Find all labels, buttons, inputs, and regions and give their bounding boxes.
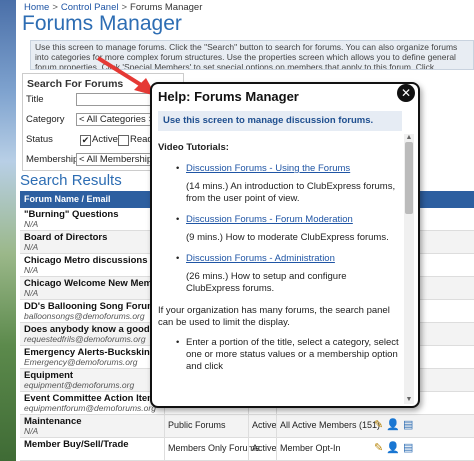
video-item: • Discussion Forums - Administration (26 m… bbox=[158, 253, 402, 295]
video-description: (26 mins.) How to setup and configure Cl… bbox=[186, 271, 347, 294]
help-body: Video Tutorials: • Discussion Forums - Us… bbox=[158, 142, 402, 382]
scroll-down-icon[interactable]: ▼ bbox=[404, 396, 414, 404]
video-description: (14 mins.) An introduction to ClubExpres… bbox=[186, 181, 396, 204]
help-bullet-text: Enter a portion of the title, select a c… bbox=[186, 337, 399, 372]
bullet-dot: • bbox=[176, 337, 180, 348]
video-link[interactable]: Discussion Forums - Using the Forums bbox=[186, 163, 402, 175]
help-scrollbar[interactable]: ▲ ▼ bbox=[404, 134, 414, 404]
video-link[interactable]: Discussion Forums - Administration bbox=[186, 253, 402, 265]
help-dialog-title: Help: Forums Manager bbox=[158, 89, 299, 104]
video-tutorials-heading: Video Tutorials: bbox=[158, 142, 229, 153]
bullet-dot: • bbox=[176, 163, 180, 174]
video-link[interactable]: Discussion Forums - Forum Moderation bbox=[186, 214, 402, 226]
bullet-dot: • bbox=[176, 214, 180, 225]
video-description: (9 mins.) How to moderate ClubExpress fo… bbox=[186, 232, 389, 243]
video-item: • Discussion Forums - Forum Moderation (9 … bbox=[158, 214, 402, 244]
close-icon[interactable]: ✕ bbox=[397, 84, 415, 102]
scroll-up-icon[interactable]: ▲ bbox=[404, 134, 414, 142]
help-paragraph: If your organization has many forums, th… bbox=[158, 305, 390, 328]
help-intro: Use this screen to manage discussion for… bbox=[158, 111, 402, 131]
scroll-thumb[interactable] bbox=[405, 142, 413, 214]
video-item: • Discussion Forums - Using the Forums (14… bbox=[158, 163, 402, 205]
help-dialog: Help: Forums Manager ✕ Use this screen t… bbox=[150, 82, 420, 408]
bullet-dot: • bbox=[176, 253, 180, 264]
